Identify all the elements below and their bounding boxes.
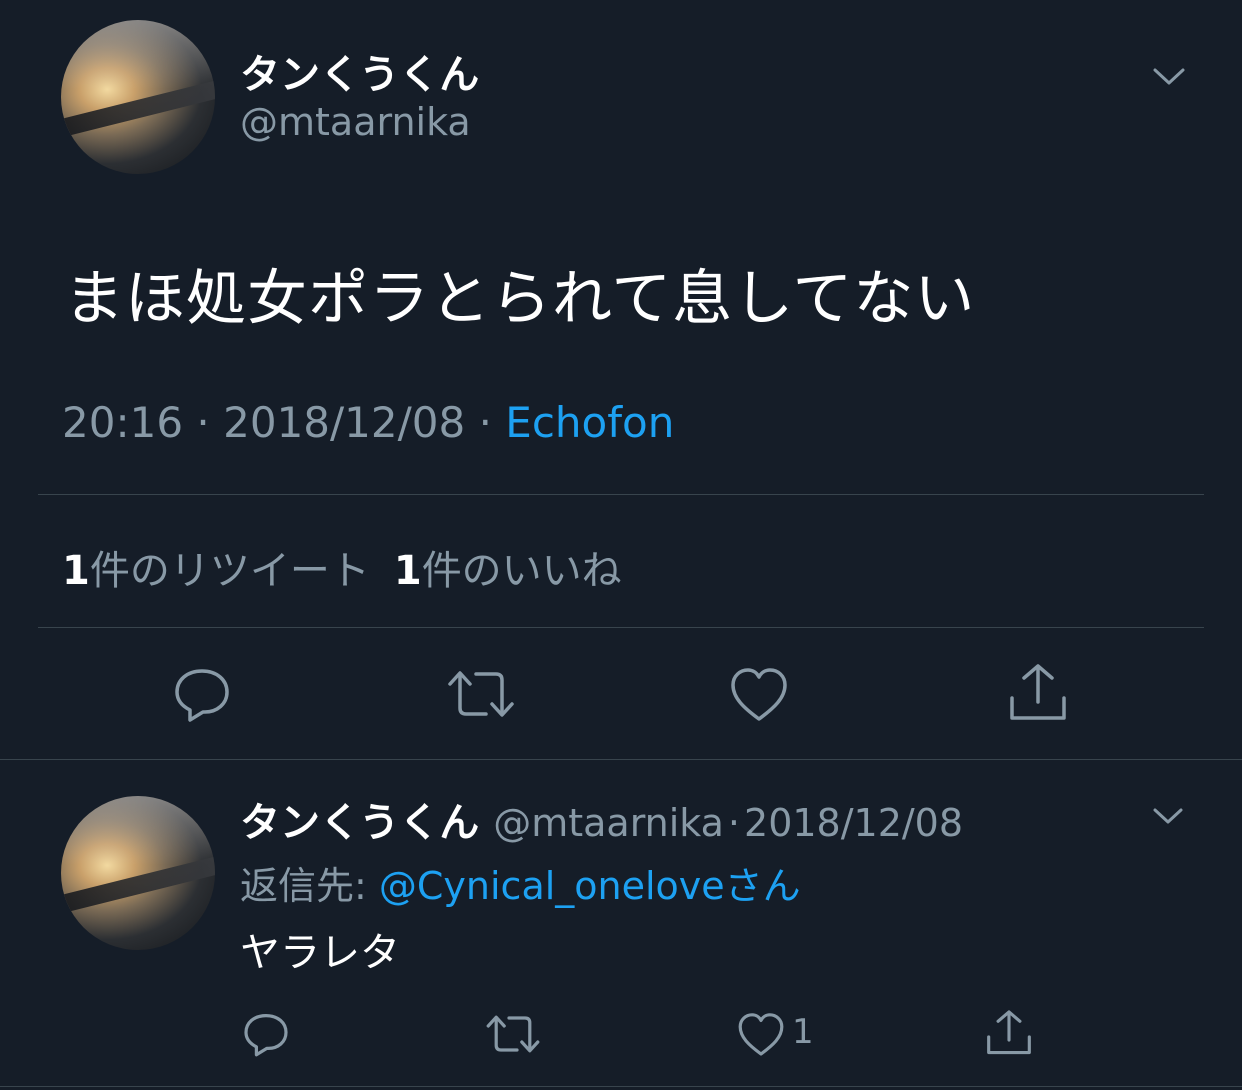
like-stat[interactable]: 1件のいいね — [394, 548, 622, 594]
display-name[interactable]: タンくうくん — [240, 42, 479, 100]
divider — [38, 494, 1204, 495]
retweet-label: 件のリツイート — [89, 548, 370, 594]
divider — [0, 1086, 1242, 1087]
share-icon[interactable] — [1006, 662, 1070, 724]
tweet-source-link[interactable]: Echofon — [505, 398, 674, 447]
reply-icon[interactable] — [172, 664, 232, 724]
user-handle[interactable]: @mtaarnika — [240, 100, 471, 144]
retweet-icon[interactable] — [484, 1010, 542, 1058]
display-name[interactable]: タンくうくん — [240, 800, 479, 846]
heart-icon[interactable] — [728, 664, 790, 724]
retweet-count: 1 — [62, 548, 90, 594]
avatar[interactable] — [61, 796, 215, 950]
reply-icon[interactable] — [242, 1010, 290, 1058]
like-label: 件のいいね — [421, 548, 622, 594]
chevron-down-icon[interactable] — [1150, 58, 1188, 96]
heart-icon[interactable] — [736, 1010, 786, 1058]
chevron-down-icon[interactable] — [1150, 798, 1186, 834]
user-handle[interactable]: @mtaarnika — [493, 801, 724, 845]
tweet-text: まほ処女ポラとられて息してない — [64, 264, 976, 334]
reply-header: タンくうくん @mtaarnika · 2018/12/08 — [240, 790, 963, 848]
separator: · — [196, 398, 210, 447]
separator: · — [727, 801, 741, 845]
retweet-icon[interactable] — [446, 664, 516, 724]
engagement-stats: 1件のリツイート 1件のいいね — [62, 538, 622, 596]
tweet-date: 2018/12/08 — [223, 398, 466, 447]
separator: · — [478, 398, 492, 447]
reply-to-label: 返信先: — [240, 864, 379, 908]
like-count: 1 — [393, 548, 422, 594]
avatar[interactable] — [61, 20, 215, 174]
reply-to: 返信先: @Cynical_oneloveさん — [240, 855, 801, 910]
tweet-text: ヤラレタ — [240, 930, 400, 976]
tweet-meta: 20:16 · 2018/12/08 · Echofon — [62, 398, 674, 447]
tweet-date: 2018/12/08 — [744, 801, 964, 845]
reply-to-mention[interactable]: @Cynical_oneloveさん — [379, 864, 801, 908]
like-count: 1 — [792, 1012, 814, 1052]
retweet-stat[interactable]: 1件のリツイート — [62, 548, 370, 594]
divider — [0, 759, 1242, 760]
divider — [38, 627, 1204, 628]
tweet-time: 20:16 — [62, 398, 184, 447]
share-icon[interactable] — [984, 1008, 1034, 1058]
tweet-detail-page: タンくうくん @mtaarnika まほ処女ポラとられて息してない 20:16 … — [0, 0, 1242, 1090]
